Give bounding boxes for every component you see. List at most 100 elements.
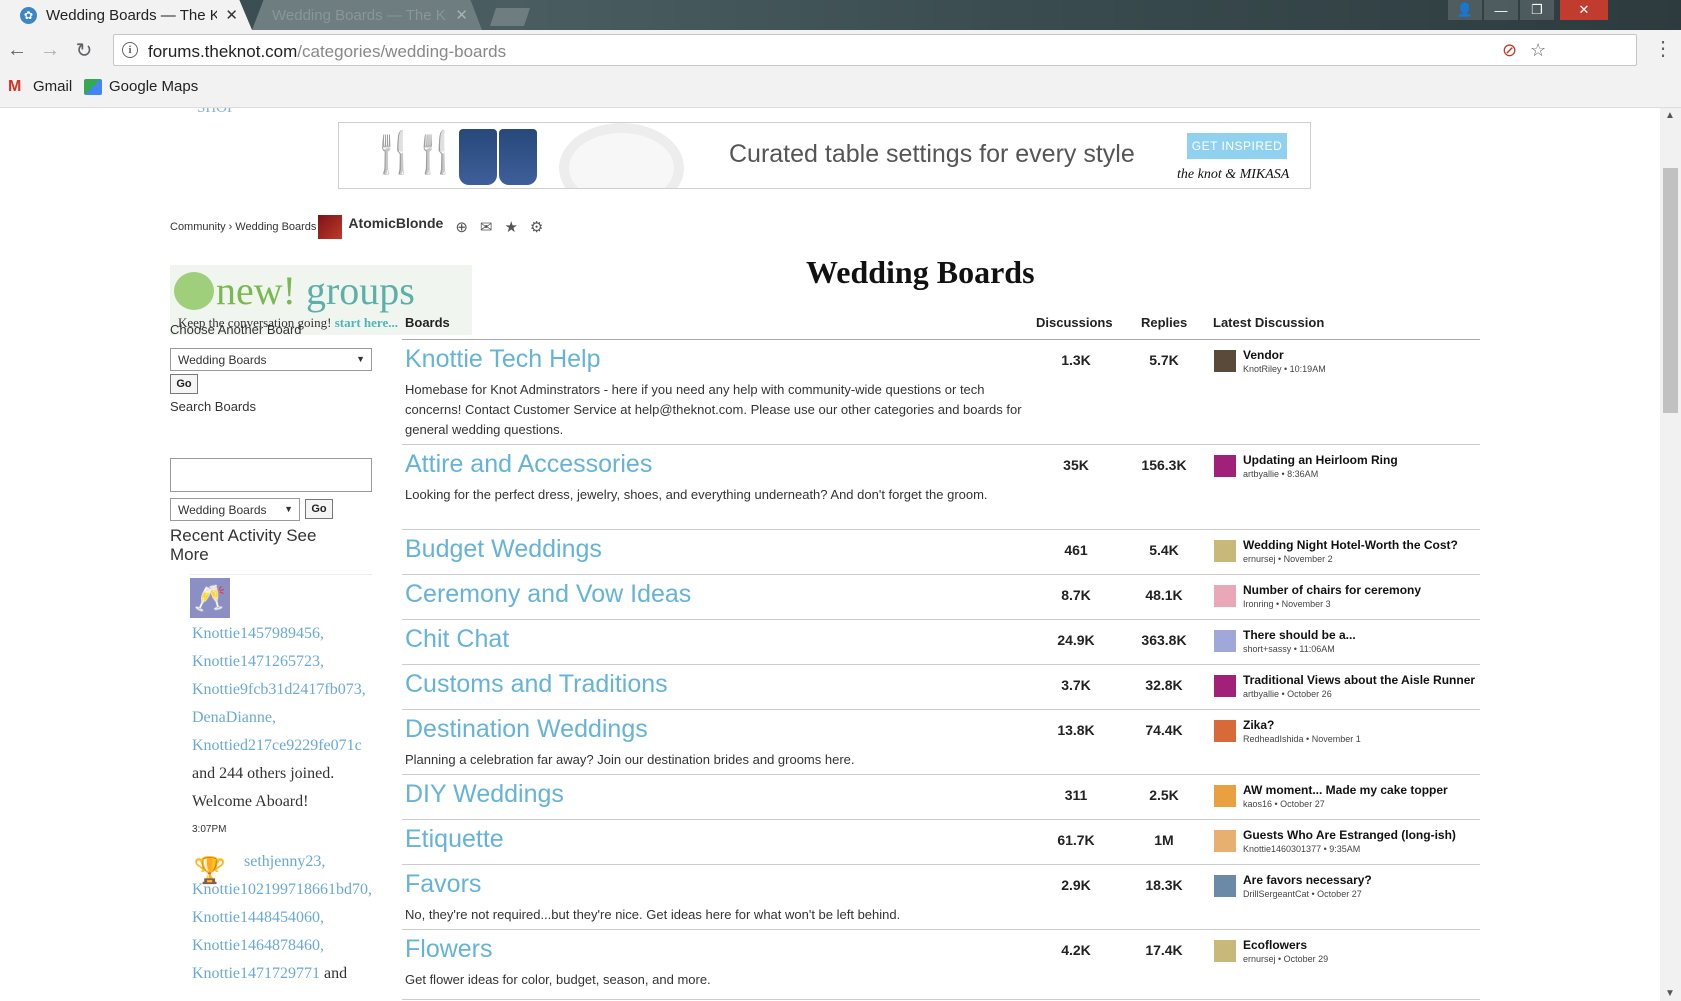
activity-user-link[interactable]: Knottie1457989456, xyxy=(192,620,392,648)
board-name-link[interactable]: Knottie Tech Help xyxy=(405,345,601,374)
board-name-link[interactable]: Customs and Traditions xyxy=(405,670,668,699)
forward-icon[interactable]: → xyxy=(39,39,61,61)
latest-user-avatar[interactable] xyxy=(1214,675,1236,697)
latest-user-avatar[interactable] xyxy=(1214,875,1236,897)
board-name-link[interactable]: Budget Weddings xyxy=(405,535,602,564)
bookmark-star-icon[interactable]: ☆ xyxy=(1530,40,1546,61)
get-inspired-button[interactable]: GET INSPIRED xyxy=(1187,133,1287,159)
activity-user-link[interactable]: Knottie9fcb31d2417fb073, xyxy=(192,676,392,704)
board-name-link[interactable]: DIY Weddings xyxy=(405,780,564,809)
discussions-count: 3.7K xyxy=(1061,677,1091,693)
page-scrollbar[interactable]: ▲ ▼ xyxy=(1660,108,1681,1001)
activity-user-link[interactable]: DenaDianne, xyxy=(192,704,392,732)
new-tab-button[interactable] xyxy=(490,8,530,26)
latest-discussion-link[interactable]: Wedding Night Hotel-Worth the Cost? xyxy=(1243,538,1458,552)
site-info-icon[interactable]: i xyxy=(122,42,138,58)
board-name-link[interactable]: Ceremony and Vow Ideas xyxy=(405,580,691,609)
latest-user-avatar[interactable] xyxy=(1214,830,1236,852)
profile-icon[interactable]: 👤 xyxy=(1448,0,1482,20)
replies-count: 2.5K xyxy=(1149,787,1179,803)
activity-user-link[interactable]: Knottie102199718661bd70, xyxy=(192,876,392,904)
globe-icon[interactable]: ⊕ xyxy=(455,218,468,236)
latest-discussion-link[interactable]: Vendor xyxy=(1243,348,1284,362)
maximize-icon[interactable]: ❐ xyxy=(1520,0,1554,20)
chrome-menu-icon[interactable]: ⋮ xyxy=(1653,39,1673,59)
breadcrumb-community[interactable]: Community xyxy=(170,221,226,233)
gear-icon[interactable]: ⚙ xyxy=(530,218,543,236)
latest-discussion-link[interactable]: Number of chairs for ceremony xyxy=(1243,583,1421,597)
latest-discussion-link[interactable]: Traditional Views about the Aisle Runner xyxy=(1243,673,1475,687)
discussions-count: 61.7K xyxy=(1057,832,1095,848)
theknot-favicon-icon: ✿ xyxy=(20,6,37,24)
latest-discussion-link[interactable]: Are favors necessary? xyxy=(1243,873,1372,887)
latest-discussion-link[interactable]: Guests Who Are Estranged (long-ish) xyxy=(1243,828,1456,842)
latest-user-avatar[interactable] xyxy=(1214,940,1236,962)
latest-user-avatar[interactable] xyxy=(1214,585,1236,607)
url-text: forums.theknot.com/categories/wedding-bo… xyxy=(148,42,507,61)
choose-board-select[interactable]: Wedding Boards ▼ xyxy=(170,348,372,371)
board-name-link[interactable]: Chit Chat xyxy=(405,625,509,654)
user-avatar[interactable] xyxy=(318,215,343,239)
latest-user-avatar[interactable] xyxy=(1214,630,1236,652)
tab-close-icon[interactable]: ✕ xyxy=(455,6,468,24)
page-content: SHOP 🍴🍴 Curated table settings for every… xyxy=(0,108,1660,1001)
tab-background[interactable]: Wedding Boards — The Knot ✕ xyxy=(252,0,482,30)
tab-wedding-boards[interactable]: ✿ Wedding Boards — The Knot ✕ xyxy=(0,0,252,30)
search-scope-select[interactable]: Wedding Boards ▼ xyxy=(170,498,300,521)
latest-discussion-link[interactable]: Zika? xyxy=(1243,718,1274,732)
minimize-icon[interactable]: — xyxy=(1484,0,1518,20)
latest-discussion-meta: KnotRiley • 10:19AM xyxy=(1243,364,1326,374)
scroll-up-icon[interactable]: ▲ xyxy=(1665,110,1675,121)
activity-item-2: sethjenny23, Knottie102199718661bd70, Kn… xyxy=(192,848,392,988)
mail-icon[interactable]: ✉ xyxy=(480,218,493,236)
discussions-count: 4.2K xyxy=(1061,942,1091,958)
board-name-link[interactable]: Attire and Accessories xyxy=(405,450,652,479)
latest-discussion-link[interactable]: There should be a... xyxy=(1243,628,1356,642)
choose-board-go-button[interactable]: Go xyxy=(170,374,198,394)
latest-discussion-link[interactable]: Updating an Heirloom Ring xyxy=(1243,453,1398,467)
back-icon[interactable]: ← xyxy=(6,39,28,61)
latest-discussion-link[interactable]: AW moment... Made my cake topper xyxy=(1243,783,1448,797)
board-name-link[interactable]: Destination Weddings xyxy=(405,715,648,744)
reload-icon[interactable]: ↻ xyxy=(73,39,95,62)
board-name-link[interactable]: Flowers xyxy=(405,935,493,964)
latest-user-avatar[interactable] xyxy=(1214,785,1236,807)
bookmark-gmail[interactable]: M Gmail xyxy=(8,78,72,95)
search-go-button[interactable]: Go xyxy=(305,499,333,519)
activity-user-link[interactable]: sethjenny23, xyxy=(244,848,392,876)
latest-user-avatar[interactable] xyxy=(1214,455,1236,477)
ad-banner[interactable]: 🍴🍴 Curated table settings for every styl… xyxy=(338,122,1311,189)
activity-user-link[interactable]: Knottie1464878460, xyxy=(192,932,392,960)
breadcrumb-wedding-boards[interactable]: Wedding Boards xyxy=(235,221,316,233)
board-name-link[interactable]: Favors xyxy=(405,870,481,899)
bookmark-google-maps[interactable]: Google Maps xyxy=(84,78,198,95)
board-name-link[interactable]: Etiquette xyxy=(405,825,504,854)
latest-user-avatar[interactable] xyxy=(1214,540,1236,562)
groups-logo: new! groups xyxy=(174,267,415,314)
translate-blocked-icon[interactable]: ⊘ xyxy=(1502,40,1517,61)
activity-text: and xyxy=(324,965,348,982)
latest-user-avatar[interactable] xyxy=(1214,720,1236,742)
start-here-link[interactable]: start here... xyxy=(335,315,398,330)
divider xyxy=(190,574,372,575)
board-row: Budget Weddings 461 5.4K Wedding Night Hote… xyxy=(402,530,1480,575)
address-bar[interactable]: i forums.theknot.com/categories/wedding-… xyxy=(113,34,1637,66)
activity-user-link[interactable]: Knottie1448454060, xyxy=(192,904,392,932)
board-description: Get flower ideas for color, budget, seas… xyxy=(405,972,711,987)
scrollbar-thumb[interactable] xyxy=(1663,168,1678,413)
activity-user-link[interactable]: Knottied217ce9229fe071c xyxy=(192,732,392,760)
activity-user-link[interactable]: Knottie1471729771 xyxy=(192,965,320,982)
search-boards-input[interactable] xyxy=(170,458,372,492)
star-icon[interactable]: ★ xyxy=(504,218,517,236)
tab-close-icon[interactable]: ✕ xyxy=(225,6,238,24)
latest-user-avatar[interactable] xyxy=(1214,350,1236,372)
scroll-down-icon[interactable]: ▼ xyxy=(1665,988,1675,999)
activity-user-link[interactable]: Knottie1471265723, xyxy=(192,648,392,676)
latest-discussion-meta: ernursej • November 2 xyxy=(1243,554,1333,564)
latest-discussion-link[interactable]: Ecoflowers xyxy=(1243,938,1307,952)
window-close-icon[interactable]: ✕ xyxy=(1560,0,1608,20)
shop-nav-link-partial[interactable]: SHOP xyxy=(197,108,235,117)
dropdown-arrow-icon: ▼ xyxy=(356,354,365,364)
username-link[interactable]: AtomicBlonde xyxy=(348,215,443,231)
recent-activity-heading[interactable]: Recent Activity See More xyxy=(170,526,350,564)
